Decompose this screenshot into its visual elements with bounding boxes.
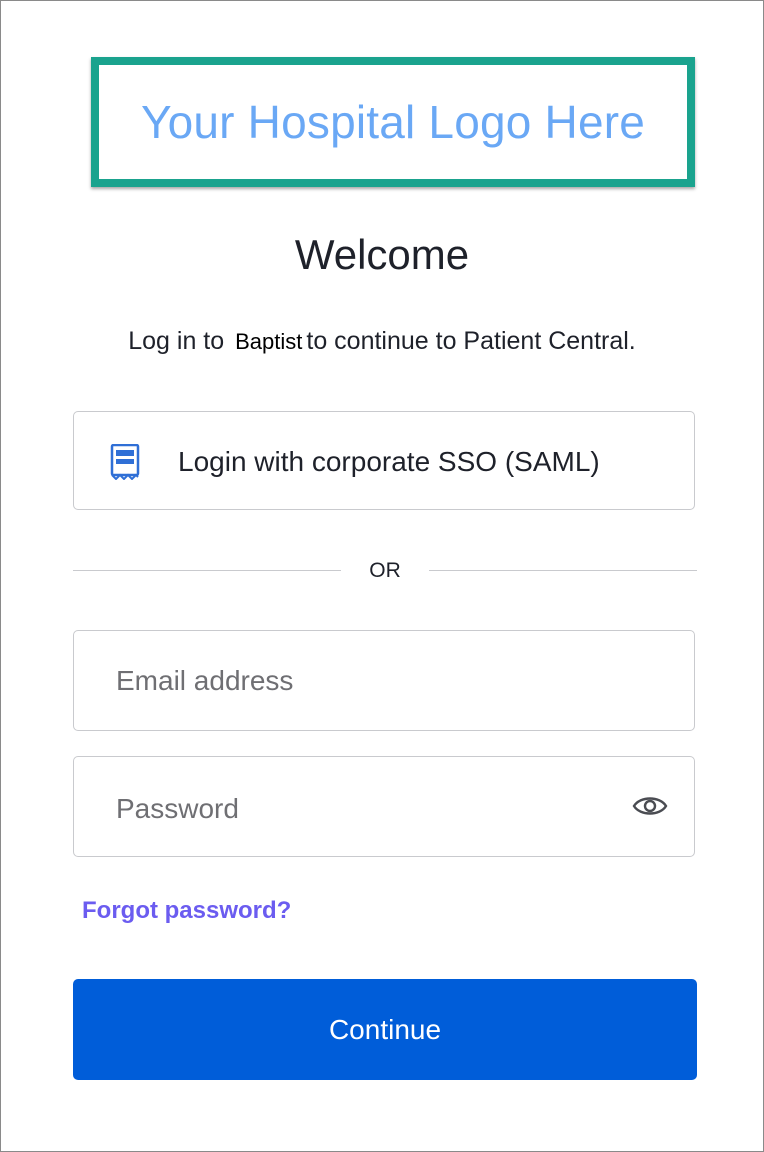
page-title: Welcome	[294, 231, 470, 278]
hospital-logo-placeholder: Your Hospital Logo Here	[91, 57, 695, 187]
password-field-container	[73, 756, 695, 858]
continue-button[interactable]: Continue	[73, 979, 697, 1080]
subtitle-suffix: to continue to Patient Central.	[306, 327, 636, 355]
login-subtitle: Log in to Baptist to continue to Patient …	[1, 327, 763, 356]
divider-line-right	[429, 570, 697, 571]
email-input[interactable]	[116, 631, 616, 730]
email-field-container	[73, 630, 695, 731]
sso-button-label: Login with corporate SSO (SAML)	[178, 445, 600, 477]
forgot-password-link[interactable]: Forgot password?	[82, 897, 291, 925]
receipt-icon	[110, 444, 140, 480]
eye-icon[interactable]	[632, 791, 668, 821]
login-panel: Your Hospital Logo Here Welcome Log in t…	[0, 0, 764, 1152]
subtitle-prefix: Log in to	[128, 327, 225, 355]
organization-name: Baptist	[235, 329, 303, 354]
sso-login-button[interactable]: Login with corporate SSO (SAML)	[73, 411, 695, 510]
password-input[interactable]	[116, 759, 616, 858]
logo-text: Your Hospital Logo Here	[140, 96, 646, 148]
divider-or: OR	[369, 559, 401, 582]
divider-line-left	[73, 570, 341, 571]
